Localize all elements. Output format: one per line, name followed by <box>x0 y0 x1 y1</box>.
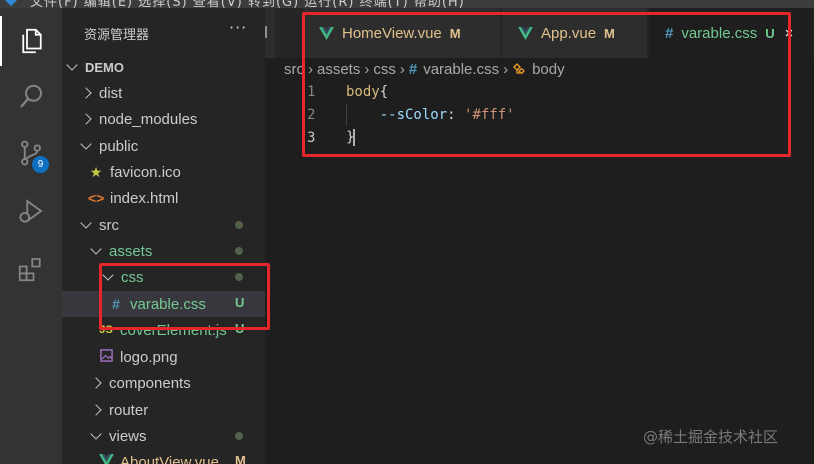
annotation-box-editor <box>302 12 791 157</box>
html-icon: <> <box>88 190 105 206</box>
tree-folder-dist[interactable]: dist <box>62 80 265 106</box>
search-icon <box>20 84 42 108</box>
tree-folder-router[interactable]: router <box>62 397 265 423</box>
chevron-down-icon <box>90 243 102 255</box>
modified-status: M <box>235 453 246 464</box>
chevron-down-icon <box>80 217 92 229</box>
activity-explorer[interactable] <box>0 16 62 66</box>
run-debug-icon <box>19 199 43 223</box>
annotation-box-css-folder <box>99 263 270 330</box>
tree-file-about-view[interactable]: AboutView.vue M <box>62 449 265 464</box>
activity-bar: 9 <box>0 8 62 464</box>
tree-folder-assets[interactable]: assets <box>62 238 265 264</box>
breadcrumb-item[interactable]: src <box>284 61 304 78</box>
change-dot-indicator <box>235 432 243 440</box>
files-icon <box>22 28 42 54</box>
source-control-badge: 9 <box>32 156 49 173</box>
chevron-down-icon <box>66 59 78 71</box>
activity-search[interactable] <box>0 72 62 122</box>
vscode-logo-icon <box>3 0 19 7</box>
extensions-icon <box>18 258 41 282</box>
change-dot-indicator <box>235 221 243 229</box>
chevron-right-icon <box>80 113 92 125</box>
menu-bar[interactable]: 文件(F) 编辑(E) 选择(S) 查看(V) 转到(G) 运行(R) 终端(T… <box>30 0 465 8</box>
tree-folder-src[interactable]: src <box>62 212 265 238</box>
chevron-right-icon <box>90 404 102 416</box>
image-icon <box>98 349 114 365</box>
activity-extensions[interactable] <box>0 244 62 294</box>
chevron-right-icon <box>90 377 102 389</box>
tree-folder-public[interactable]: public <box>62 133 265 159</box>
activity-source-control[interactable]: 9 <box>0 128 62 178</box>
explorer-sidebar: 资源管理器 ··· DEMO dist node_modules public … <box>62 8 265 464</box>
tree-folder-node-modules[interactable]: node_modules <box>62 106 265 132</box>
tree-file-index-html[interactable]: <> index.html <box>62 185 265 211</box>
activity-run-debug[interactable] <box>0 186 62 236</box>
chevron-down-icon <box>80 138 92 150</box>
tab-overflow-edge <box>265 8 275 58</box>
chevron-right-icon <box>80 87 92 99</box>
tree-file-logo-png[interactable]: logo.png <box>62 344 265 370</box>
watermark: @稀土掘金技术社区 <box>643 428 779 446</box>
explorer-title: 资源管理器 <box>84 28 150 43</box>
more-actions-icon[interactable]: ··· <box>229 18 247 37</box>
star-icon: ★ <box>89 163 103 180</box>
explorer-root-demo[interactable]: DEMO <box>62 54 265 80</box>
tree-folder-views[interactable]: views <box>62 423 265 449</box>
change-dot-indicator <box>235 247 243 255</box>
vue-icon <box>98 454 114 464</box>
chevron-down-icon <box>90 428 102 440</box>
tree-file-favicon[interactable]: ★ favicon.ico <box>62 159 265 185</box>
tree-folder-components[interactable]: components <box>62 370 265 396</box>
title-bar: 文件(F) 编辑(E) 选择(S) 查看(V) 转到(G) 运行(R) 终端(T… <box>0 0 814 8</box>
